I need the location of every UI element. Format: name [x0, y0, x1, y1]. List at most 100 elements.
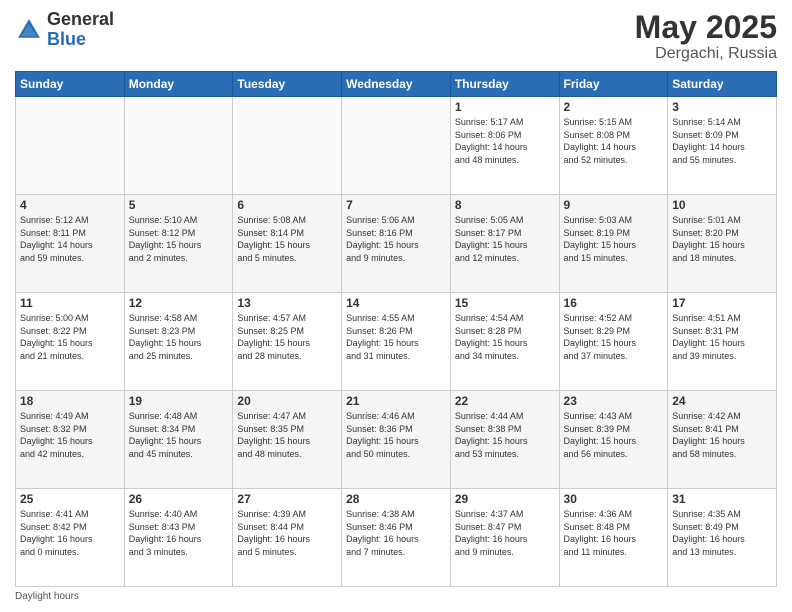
calendar-cell: 7 Sunrise: 5:06 AM Sunset: 8:16 PM Daylig…	[342, 195, 451, 293]
day-info: Sunrise: 4:41 AM Sunset: 8:42 PM Dayligh…	[20, 508, 120, 558]
calendar-cell	[342, 97, 451, 195]
day-number: 21	[346, 394, 446, 408]
day-info: Sunrise: 5:17 AM Sunset: 8:06 PM Dayligh…	[455, 116, 555, 166]
calendar-week-row: 4Sunrise: 5:12 AM Sunset: 8:11 PM Daylig…	[16, 195, 777, 293]
weekday-header-friday: Friday	[559, 72, 668, 97]
calendar-cell: 26 Sunrise: 4:40 AM Sunset: 8:43 PM Dayli…	[124, 489, 233, 587]
calendar-cell: 27Sunrise: 4:39 AM Sunset: 8:44 PM Dayli…	[233, 489, 342, 587]
calendar-cell: 28 Sunrise: 4:38 AM Sunset: 8:46 PM Dayli…	[342, 489, 451, 587]
day-number: 10	[672, 198, 772, 212]
calendar-cell: 25 Sunrise: 4:41 AM Sunset: 8:42 PM Dayli…	[16, 489, 125, 587]
day-info: Sunrise: 5:00 AM Sunset: 8:22 PM Dayligh…	[20, 312, 120, 362]
calendar-cell: 17 Sunrise: 4:51 AM Sunset: 8:31 PM Dayli…	[668, 293, 777, 391]
calendar-cell: 21 Sunrise: 4:46 AM Sunset: 8:36 PM Dayli…	[342, 391, 451, 489]
calendar-cell: 4Sunrise: 5:12 AM Sunset: 8:11 PM Daylig…	[16, 195, 125, 293]
daylight-label: Daylight hours	[15, 591, 79, 602]
day-info: Sunrise: 4:46 AM Sunset: 8:36 PM Dayligh…	[346, 410, 446, 460]
day-number: 22	[455, 394, 555, 408]
day-number: 26	[129, 492, 229, 506]
day-info: Sunrise: 4:38 AM Sunset: 8:46 PM Dayligh…	[346, 508, 446, 558]
calendar-cell: 23Sunrise: 4:43 AM Sunset: 8:39 PM Dayli…	[559, 391, 668, 489]
day-number: 23	[564, 394, 664, 408]
day-number: 30	[564, 492, 664, 506]
calendar-cell: 19Sunrise: 4:48 AM Sunset: 8:34 PM Dayli…	[124, 391, 233, 489]
day-number: 29	[455, 492, 555, 506]
calendar-week-row: 11 Sunrise: 5:00 AM Sunset: 8:22 PM Dayli…	[16, 293, 777, 391]
day-info: Sunrise: 4:36 AM Sunset: 8:48 PM Dayligh…	[564, 508, 664, 558]
logo-blue-text: Blue	[47, 29, 86, 49]
day-info: Sunrise: 4:51 AM Sunset: 8:31 PM Dayligh…	[672, 312, 772, 362]
calendar-cell: 10 Sunrise: 5:01 AM Sunset: 8:20 PM Dayli…	[668, 195, 777, 293]
day-info: Sunrise: 5:06 AM Sunset: 8:16 PM Dayligh…	[346, 214, 446, 264]
calendar-cell	[16, 97, 125, 195]
day-info: Sunrise: 4:57 AM Sunset: 8:25 PM Dayligh…	[237, 312, 337, 362]
calendar-table: SundayMondayTuesdayWednesdayThursdayFrid…	[15, 71, 777, 587]
day-info: Sunrise: 5:01 AM Sunset: 8:20 PM Dayligh…	[672, 214, 772, 264]
weekday-header-row: SundayMondayTuesdayWednesdayThursdayFrid…	[16, 72, 777, 97]
day-number: 9	[564, 198, 664, 212]
day-number: 7	[346, 198, 446, 212]
day-number: 17	[672, 296, 772, 310]
day-info: Sunrise: 4:54 AM Sunset: 8:28 PM Dayligh…	[455, 312, 555, 362]
logo-icon	[15, 16, 43, 44]
calendar-week-row: 18Sunrise: 4:49 AM Sunset: 8:32 PM Dayli…	[16, 391, 777, 489]
weekday-header-monday: Monday	[124, 72, 233, 97]
calendar-cell: 3 Sunrise: 5:14 AM Sunset: 8:09 PM Daylig…	[668, 97, 777, 195]
day-number: 12	[129, 296, 229, 310]
day-info: Sunrise: 4:39 AM Sunset: 8:44 PM Dayligh…	[237, 508, 337, 558]
day-number: 1	[455, 100, 555, 114]
day-info: Sunrise: 5:03 AM Sunset: 8:19 PM Dayligh…	[564, 214, 664, 264]
calendar-cell: 12 Sunrise: 4:58 AM Sunset: 8:23 PM Dayli…	[124, 293, 233, 391]
calendar-cell: 2Sunrise: 5:15 AM Sunset: 8:08 PM Daylig…	[559, 97, 668, 195]
calendar-cell: 1 Sunrise: 5:17 AM Sunset: 8:06 PM Daylig…	[450, 97, 559, 195]
calendar-cell: 20Sunrise: 4:47 AM Sunset: 8:35 PM Dayli…	[233, 391, 342, 489]
day-info: Sunrise: 4:55 AM Sunset: 8:26 PM Dayligh…	[346, 312, 446, 362]
day-info: Sunrise: 5:12 AM Sunset: 8:11 PM Dayligh…	[20, 214, 120, 264]
day-info: Sunrise: 4:44 AM Sunset: 8:38 PM Dayligh…	[455, 410, 555, 460]
day-number: 3	[672, 100, 772, 114]
day-number: 25	[20, 492, 120, 506]
header: General Blue May 2025 Dergachi, Russia	[15, 10, 777, 63]
page: General Blue May 2025 Dergachi, Russia S…	[0, 0, 792, 612]
day-info: Sunrise: 5:05 AM Sunset: 8:17 PM Dayligh…	[455, 214, 555, 264]
day-number: 15	[455, 296, 555, 310]
calendar-cell: 31 Sunrise: 4:35 AM Sunset: 8:49 PM Dayli…	[668, 489, 777, 587]
calendar-cell: 29 Sunrise: 4:37 AM Sunset: 8:47 PM Dayli…	[450, 489, 559, 587]
day-number: 6	[237, 198, 337, 212]
day-info: Sunrise: 5:10 AM Sunset: 8:12 PM Dayligh…	[129, 214, 229, 264]
day-number: 16	[564, 296, 664, 310]
day-number: 28	[346, 492, 446, 506]
day-number: 2	[564, 100, 664, 114]
calendar-cell	[124, 97, 233, 195]
day-info: Sunrise: 4:47 AM Sunset: 8:35 PM Dayligh…	[237, 410, 337, 460]
day-info: Sunrise: 4:58 AM Sunset: 8:23 PM Dayligh…	[129, 312, 229, 362]
day-info: Sunrise: 4:52 AM Sunset: 8:29 PM Dayligh…	[564, 312, 664, 362]
weekday-header-thursday: Thursday	[450, 72, 559, 97]
logo-general-text: General	[47, 9, 114, 29]
day-info: Sunrise: 5:14 AM Sunset: 8:09 PM Dayligh…	[672, 116, 772, 166]
day-info: Sunrise: 4:48 AM Sunset: 8:34 PM Dayligh…	[129, 410, 229, 460]
day-number: 13	[237, 296, 337, 310]
day-info: Sunrise: 5:08 AM Sunset: 8:14 PM Dayligh…	[237, 214, 337, 264]
calendar-cell: 30 Sunrise: 4:36 AM Sunset: 8:48 PM Dayli…	[559, 489, 668, 587]
day-info: Sunrise: 4:40 AM Sunset: 8:43 PM Dayligh…	[129, 508, 229, 558]
day-number: 18	[20, 394, 120, 408]
weekday-header-tuesday: Tuesday	[233, 72, 342, 97]
calendar-title: May 2025	[635, 10, 777, 45]
day-info: Sunrise: 4:35 AM Sunset: 8:49 PM Dayligh…	[672, 508, 772, 558]
day-number: 5	[129, 198, 229, 212]
day-number: 14	[346, 296, 446, 310]
calendar-week-row: 1 Sunrise: 5:17 AM Sunset: 8:06 PM Daylig…	[16, 97, 777, 195]
day-info: Sunrise: 4:37 AM Sunset: 8:47 PM Dayligh…	[455, 508, 555, 558]
title-block: May 2025 Dergachi, Russia	[635, 10, 777, 63]
calendar-cell: 13 Sunrise: 4:57 AM Sunset: 8:25 PM Dayli…	[233, 293, 342, 391]
day-number: 31	[672, 492, 772, 506]
calendar-cell: 6 Sunrise: 5:08 AM Sunset: 8:14 PM Daylig…	[233, 195, 342, 293]
calendar-cell: 9 Sunrise: 5:03 AM Sunset: 8:19 PM Daylig…	[559, 195, 668, 293]
logo: General Blue	[15, 10, 114, 50]
calendar-cell: 22 Sunrise: 4:44 AM Sunset: 8:38 PM Dayli…	[450, 391, 559, 489]
calendar-cell: 15 Sunrise: 4:54 AM Sunset: 8:28 PM Dayli…	[450, 293, 559, 391]
day-number: 8	[455, 198, 555, 212]
day-number: 11	[20, 296, 120, 310]
calendar-cell: 5 Sunrise: 5:10 AM Sunset: 8:12 PM Daylig…	[124, 195, 233, 293]
